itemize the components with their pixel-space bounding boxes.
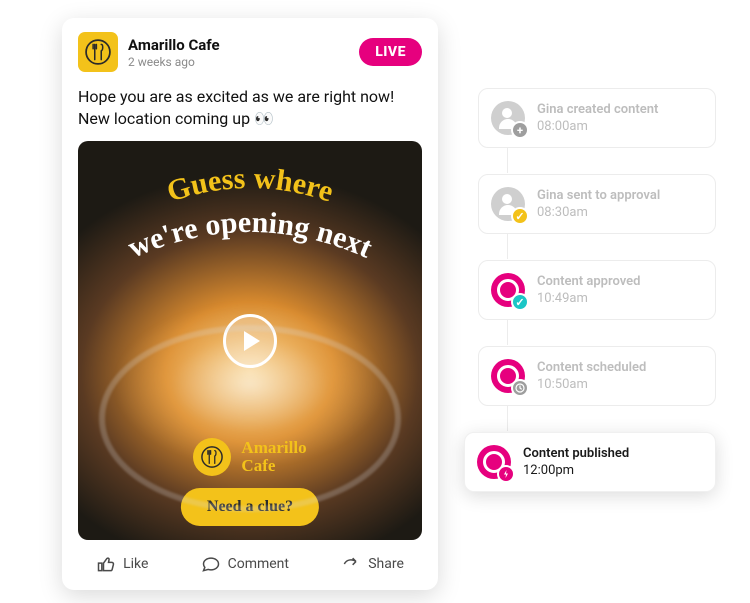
plus-icon: + [511,121,529,139]
timeline-title: Content published [523,446,629,461]
check-icon: ✓ [511,293,529,311]
avatar-icon: ✓ [491,187,525,221]
play-button[interactable] [223,314,277,368]
media-brand-row: Amarillo Cafe [78,438,422,476]
live-badge: LIVE [359,38,422,66]
timeline-time: 10:49am [537,291,640,306]
comment-button[interactable]: Comment [191,550,299,578]
avatar-icon: + [491,101,525,135]
comment-label: Comment [228,556,289,572]
bolt-icon [497,465,515,483]
svg-text:Guess where: Guess where [163,162,337,209]
post-body-text: Hope you are as excited as we are right … [62,82,438,141]
timeline-item-published[interactable]: Content published 12:00pm [464,432,716,492]
timeline-title: Content scheduled [537,360,646,375]
brand-icon [477,445,511,479]
social-post-card: Amarillo Cafe 2 weeks ago LIVE Hope you … [62,18,438,590]
timeline-item-created[interactable]: + Gina created content 08:00am [478,88,716,148]
timeline-item-sent-approval[interactable]: ✓ Gina sent to approval 08:30am [478,174,716,234]
like-icon [96,554,116,574]
svg-text:we're opening next: we're opening next [123,206,377,265]
post-actions-bar: Like Comment Share [62,540,438,590]
post-media[interactable]: Guess where we're opening next Amarillo … [78,141,422,540]
post-header-meta: Amarillo Cafe 2 weeks ago [128,36,359,69]
like-button[interactable]: Like [86,550,158,578]
like-label: Like [123,556,148,572]
share-button[interactable]: Share [331,550,414,578]
page-name[interactable]: Amarillo Cafe [128,36,359,54]
brand-icon: ✓ [491,273,525,307]
workflow-timeline: + Gina created content 08:00am ✓ Gina se… [478,88,716,518]
timeline-title: Content approved [537,274,640,289]
share-icon [341,554,361,574]
media-brand-name: Amarillo Cafe [241,439,306,475]
page-avatar[interactable] [78,32,118,72]
brand-icon [491,359,525,393]
brand-logo-icon [193,438,231,476]
timeline-time: 08:00am [537,119,658,134]
timeline-time: 12:00pm [523,463,629,478]
check-icon: ✓ [511,207,529,225]
share-label: Share [368,556,404,572]
timeline-item-approved[interactable]: ✓ Content approved 10:49am [478,260,716,320]
timeline-title: Gina sent to approval [537,188,660,203]
comment-icon [201,554,221,574]
clock-icon [511,379,529,397]
timeline-item-scheduled[interactable]: Content scheduled 10:50am [478,346,716,406]
fork-spoon-icon [85,39,111,65]
media-overlay-text: Guess where we're opening next [78,153,422,313]
clue-button[interactable]: Need a clue? [181,488,319,526]
timeline-time: 08:30am [537,205,660,220]
post-timestamp: 2 weeks ago [128,55,359,69]
post-header: Amarillo Cafe 2 weeks ago LIVE [62,18,438,82]
timeline-time: 10:50am [537,377,646,392]
timeline-title: Gina created content [537,102,658,117]
